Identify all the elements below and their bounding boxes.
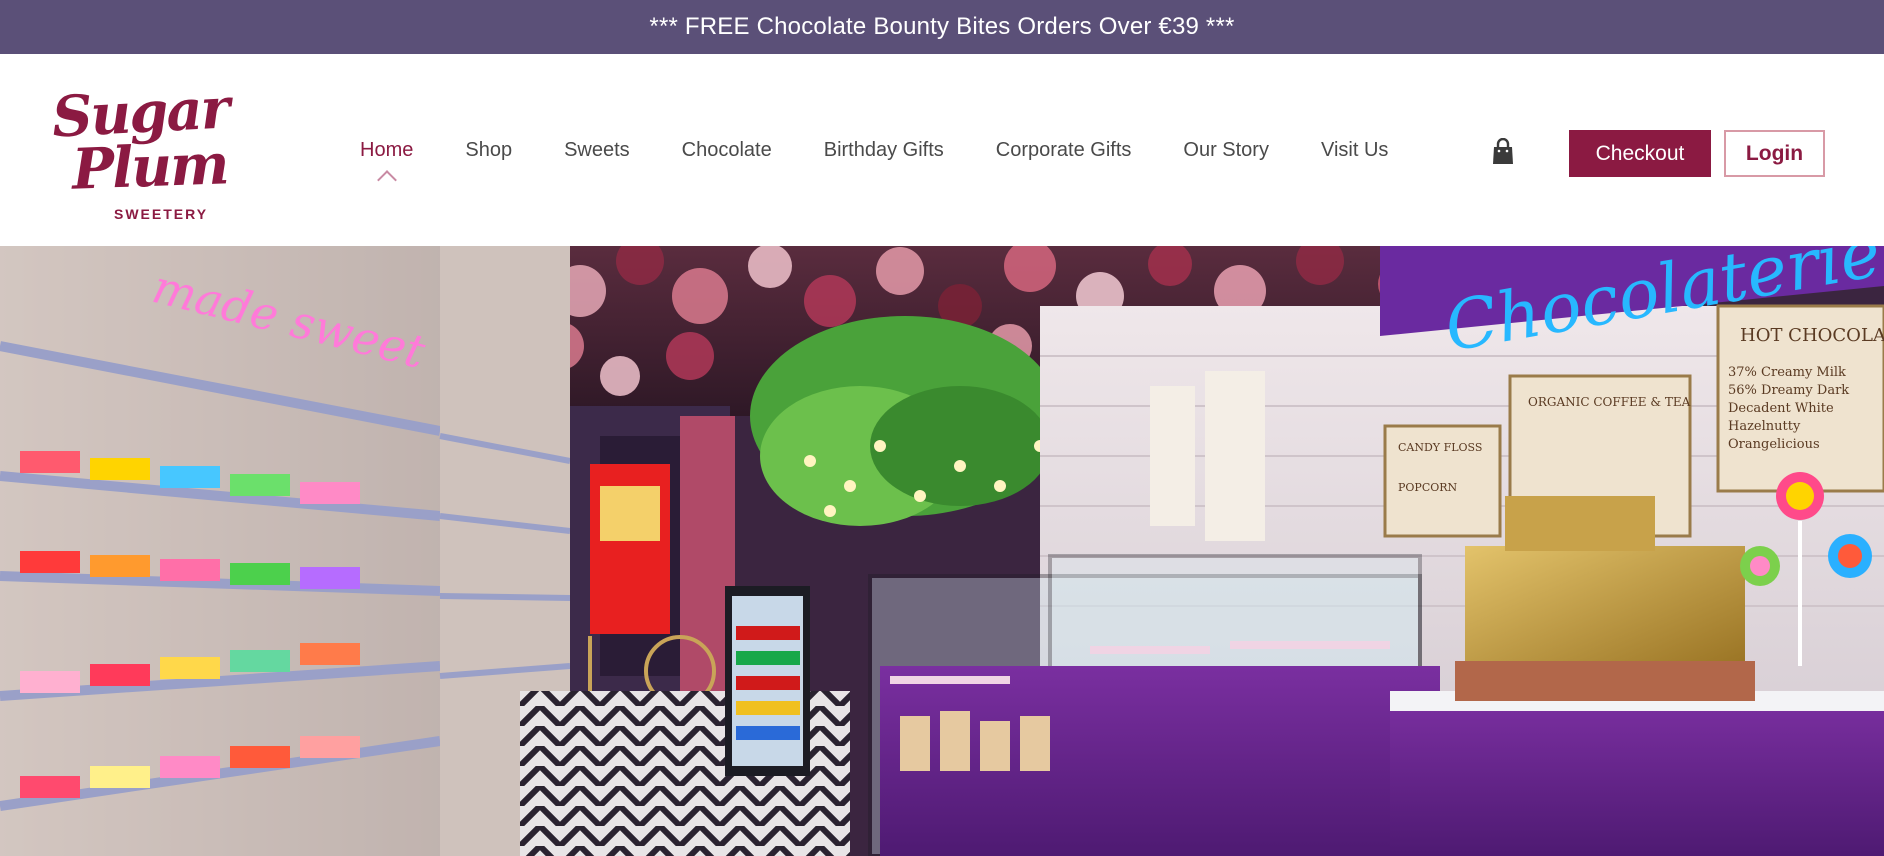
nav-label: Birthday Gifts xyxy=(823,138,944,161)
board-candy-floss: CANDY FLOSS xyxy=(1398,441,1482,454)
nav-item-shop[interactable]: Shop xyxy=(465,139,512,162)
site-logo[interactable]: Sugar Plum SWEETERY xyxy=(48,75,238,226)
nav-item-home[interactable]: Home xyxy=(360,138,414,190)
logo-word-plum: Plum xyxy=(70,131,229,203)
nav-item-sweets[interactable]: Sweets xyxy=(564,139,630,162)
login-button[interactable]: Login xyxy=(1724,130,1825,177)
nav-label: Corporate Gifts xyxy=(995,138,1132,161)
nav-item-our-story[interactable]: Our Story xyxy=(1183,139,1269,162)
active-caret-icon xyxy=(376,169,397,190)
checkout-button[interactable]: Checkout xyxy=(1569,130,1711,177)
nav-label: Sweets xyxy=(564,138,630,161)
site-header: Sugar Plum SWEETERY Home Shop Sweets Cho… xyxy=(0,54,1884,246)
announcement-bar: *** FREE Chocolate Bounty Bites Orders O… xyxy=(0,0,1884,54)
board-item: 56% Dreamy Dark xyxy=(1728,383,1849,398)
board-item: 37% Creamy Milk xyxy=(1728,365,1846,380)
nav-item-corporate-gifts[interactable]: Corporate Gifts xyxy=(996,139,1132,162)
nav-item-visit-us[interactable]: Visit Us xyxy=(1321,139,1388,162)
board-popcorn: POPCORN xyxy=(1398,481,1458,494)
store-interior-illustration: made sweet Chocolaterie CANDY FLOSS POPC… xyxy=(0,246,1884,856)
announcement-text: *** FREE Chocolate Bounty Bites Orders O… xyxy=(649,13,1235,40)
hero-store-image: made sweet Chocolaterie CANDY FLOSS POPC… xyxy=(0,246,1884,856)
nav-label: Chocolate xyxy=(681,138,772,161)
board-item: Decadent White xyxy=(1728,401,1834,416)
shopping-bag-icon[interactable] xyxy=(1491,137,1515,166)
logo-tagline: SWEETERY xyxy=(114,206,209,222)
nav-label: Our Story xyxy=(1183,138,1269,161)
nav-item-birthday-gifts[interactable]: Birthday Gifts xyxy=(824,139,944,162)
board-item: Hazelnutty xyxy=(1728,419,1801,434)
nav-item-chocolate[interactable]: Chocolate xyxy=(682,139,772,162)
board-item: Orangelicious xyxy=(1728,437,1820,452)
nav-label: Home xyxy=(360,138,414,161)
board-coffee-tea: ORGANIC COFFEE & TEA xyxy=(1528,395,1691,409)
nav-label: Shop xyxy=(465,138,513,161)
main-navigation: Home Shop Sweets Chocolate Birthday Gift… xyxy=(360,54,1388,246)
nav-label: Visit Us xyxy=(1320,138,1389,161)
board-hot-chocolate-title: HOT CHOCOLATE xyxy=(1740,325,1884,346)
